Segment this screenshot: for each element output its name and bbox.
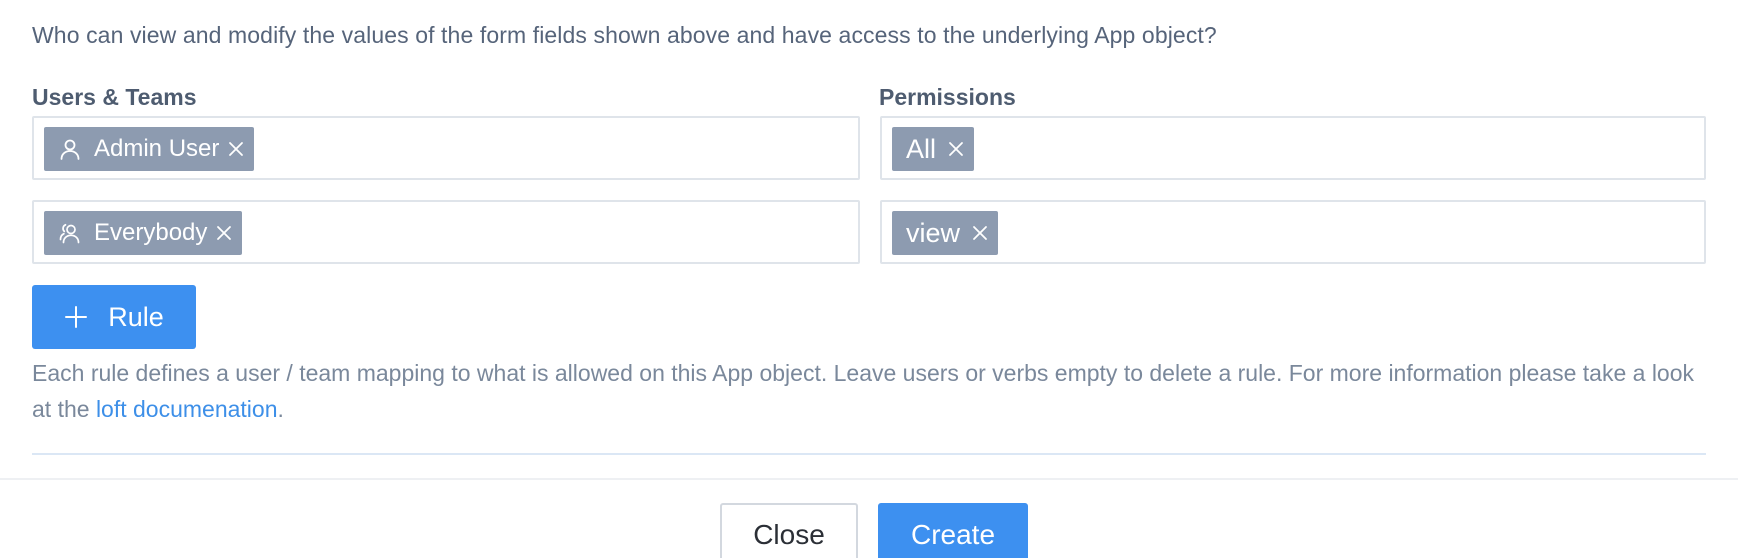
plus-icon bbox=[64, 305, 88, 329]
footer-divider bbox=[0, 478, 1738, 480]
rule-1-permissions-input[interactable]: All bbox=[880, 116, 1706, 180]
rule-2-users-input[interactable]: Everybody bbox=[32, 200, 860, 264]
chip-label: view bbox=[906, 217, 961, 248]
users-teams-label: Users & Teams bbox=[32, 84, 197, 110]
rule-2-permissions-input[interactable]: view bbox=[880, 200, 1706, 264]
permissions-label: Permissions bbox=[879, 84, 1016, 110]
section-divider bbox=[32, 453, 1706, 455]
remove-icon[interactable] bbox=[972, 225, 988, 241]
chip-label: Admin User bbox=[94, 135, 220, 162]
user-chip-admin-user: Admin User bbox=[44, 127, 255, 171]
chip-label: Everybody bbox=[94, 219, 208, 246]
rules-help-text: Each rule defines a user / team mapping … bbox=[32, 355, 1712, 427]
rule-1-users-input[interactable]: Admin User bbox=[32, 116, 860, 180]
loft-documentation-link[interactable]: loft documenation bbox=[96, 396, 278, 422]
create-button[interactable]: Create bbox=[878, 503, 1028, 558]
rules-dialog: Who can view and modify the values of th… bbox=[0, 0, 1738, 558]
close-button[interactable]: Close bbox=[720, 503, 858, 558]
team-icon bbox=[58, 221, 82, 245]
help-text-end: . bbox=[277, 396, 284, 422]
access-question: Who can view and modify the values of th… bbox=[32, 22, 1217, 48]
add-rule-label: Rule bbox=[108, 301, 164, 332]
remove-icon[interactable] bbox=[228, 141, 244, 157]
add-rule-button[interactable]: Rule bbox=[32, 285, 196, 349]
chip-label: All bbox=[906, 133, 937, 164]
user-icon bbox=[58, 137, 82, 161]
permission-chip-all: All bbox=[892, 127, 975, 171]
remove-icon[interactable] bbox=[948, 141, 964, 157]
remove-icon[interactable] bbox=[216, 225, 232, 241]
permission-chip-view: view bbox=[892, 211, 999, 255]
team-chip-everybody: Everybody bbox=[44, 211, 243, 255]
